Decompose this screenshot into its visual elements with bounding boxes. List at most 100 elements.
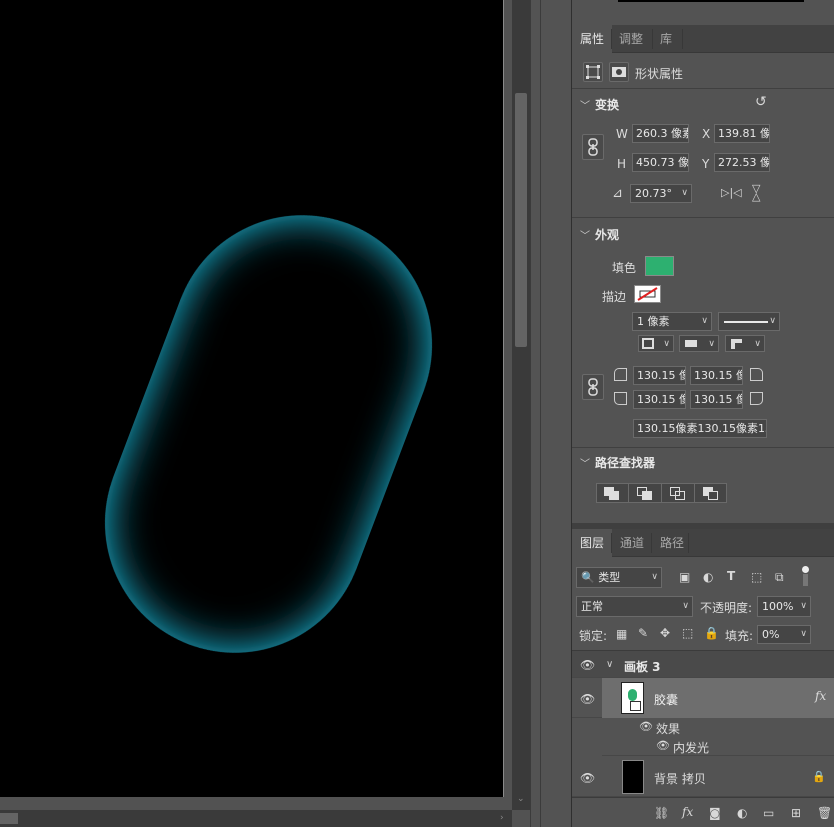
scroll-right-icon[interactable]: › (500, 813, 504, 823)
link-corners-button[interactable] (582, 374, 604, 400)
tab-channels[interactable]: 通道 (612, 529, 652, 557)
height-field[interactable]: 450.73 像 (632, 153, 689, 172)
inner-glow-eye-icon[interactable]: 👁 (656, 739, 670, 752)
layer-row-background-copy[interactable]: 👁 背景 拷贝 🔒 (572, 757, 834, 797)
visibility-eye-icon[interactable]: 👁 (580, 771, 595, 785)
scroll-down-icon[interactable]: ⌄ (517, 794, 525, 804)
filter-shape-icon[interactable]: ⬚ (751, 571, 762, 583)
y-field[interactable]: 272.53 像 (714, 153, 770, 172)
filter-toggle[interactable] (801, 566, 810, 586)
layer-name: 背景 拷贝 (654, 772, 706, 786)
artboard-canvas[interactable] (0, 0, 503, 797)
chevron-down-icon[interactable]: ﹀ (580, 97, 590, 112)
new-group-icon[interactable]: ▭ (763, 807, 774, 819)
corner-br-icon (750, 392, 763, 405)
stroke-corner-dropdown[interactable]: ∨ (725, 335, 765, 352)
blend-mode-dropdown[interactable]: 正常 ∨ (576, 596, 693, 617)
chevron-down-icon[interactable]: ∨ (606, 659, 613, 670)
width-field[interactable]: 260.3 像素 (632, 124, 689, 143)
layer-filter-dropdown[interactable]: 🔍 类型 ∨ (576, 567, 662, 588)
corner-bottom-right-field[interactable]: 130.15 像 (690, 390, 743, 409)
stroke-color-swatch[interactable] (634, 285, 661, 303)
reset-transform-icon[interactable]: ↺ (755, 95, 767, 109)
effects-eye-icon[interactable]: 👁 (639, 720, 653, 733)
filter-type-icon[interactable]: T (727, 570, 735, 582)
angle-icon: ⊿ (612, 186, 623, 201)
search-icon: 🔍 (581, 571, 595, 584)
corner-bottom-left-field[interactable]: 130.15 像 (633, 390, 686, 409)
chevron-down-icon[interactable]: ﹀ (580, 227, 590, 242)
chevron-down-icon: ∨ (708, 339, 715, 349)
shape-mask-icon[interactable] (609, 62, 629, 82)
appearance-header[interactable]: 外观 (595, 226, 619, 243)
dock-divider (540, 0, 541, 827)
vertical-scroll-thumb[interactable] (515, 93, 527, 347)
fill-color-swatch[interactable] (645, 256, 674, 276)
stroke-cap-dropdown[interactable]: ∨ (679, 335, 719, 352)
stroke-align-dropdown[interactable]: ∨ (638, 335, 674, 352)
flip-horizontal-icon[interactable]: ▷|◁ (721, 187, 742, 198)
layer-row-capsule[interactable]: 胶囊 fx (602, 678, 834, 718)
pathfinder-header[interactable]: 路径查找器 (595, 454, 655, 471)
chevron-down-icon: ∨ (754, 339, 761, 349)
chevron-down-icon[interactable]: ﹀ (580, 455, 590, 470)
layer-group-row[interactable]: 👁 ∨ 画板 3 (572, 651, 834, 678)
right-panel: 属性 调整 库 形状属性 ﹀ 变换 ↺ W 260.3 像素 X 139.81 … (571, 0, 834, 827)
capsule-shape[interactable] (0, 0, 503, 797)
fill-opacity-dropdown[interactable]: 0% ∨ (757, 625, 811, 644)
new-layer-icon[interactable]: ⊞ (791, 807, 801, 819)
link-layers-icon[interactable]: ⛓ (654, 807, 669, 819)
lock-image-icon[interactable]: ✎ (638, 627, 648, 639)
width-label: W (616, 127, 628, 141)
flip-vertical-icon[interactable]: ▽ △ (752, 183, 760, 202)
subtract-shapes-button[interactable] (629, 484, 662, 502)
lock-position-icon[interactable]: ✥ (660, 627, 670, 639)
effects-row[interactable]: 👁 效果 (602, 718, 834, 737)
corner-all-field[interactable]: 130.15像素130.15像素13 (633, 419, 767, 438)
filter-pixel-icon[interactable]: ▣ (679, 571, 690, 583)
fx-badge[interactable]: fx (815, 689, 826, 703)
fill-opacity-label: 填充: (725, 629, 754, 643)
stroke-align-icon (642, 338, 654, 349)
transform-header[interactable]: 变换 (595, 96, 619, 113)
chevron-down-icon: ∨ (682, 601, 689, 611)
shape-transform-icon[interactable] (583, 62, 603, 82)
stroke-width-dropdown[interactable]: 1 像素 ∨ (632, 312, 712, 331)
intersect-shapes-button[interactable] (662, 484, 695, 502)
x-field[interactable]: 139.81 像 (714, 124, 770, 143)
corner-top-right-field[interactable]: 130.15 像 (690, 366, 743, 385)
new-adjustment-icon[interactable]: ◐ (737, 807, 747, 819)
delete-layer-icon[interactable]: 🗑 (817, 807, 832, 819)
opacity-dropdown[interactable]: 100% ∨ (757, 596, 811, 617)
stroke-line-preview (724, 321, 768, 323)
visibility-eye-icon[interactable]: 👁 (580, 658, 595, 672)
filter-smart-object-icon[interactable]: ⧉ (775, 571, 784, 583)
angle-value: 20.73° (635, 187, 672, 200)
corner-top-left-field[interactable]: 130.15 像 (633, 366, 686, 385)
canvas-area[interactable] (0, 0, 530, 827)
stroke-style-dropdown[interactable]: ∨ (718, 312, 780, 331)
horizontal-scrollbar[interactable] (0, 810, 512, 827)
exclude-shapes-button[interactable] (695, 484, 728, 502)
lock-transparent-icon[interactable]: ▦ (616, 628, 627, 640)
visibility-eye-icon[interactable]: 👁 (580, 692, 595, 706)
add-style-icon[interactable]: fx (682, 806, 693, 818)
exclude-icon-part (708, 491, 718, 500)
link-dimensions-button[interactable] (582, 134, 604, 160)
tab-libraries[interactable]: 库 (652, 25, 680, 53)
tab-properties[interactable]: 属性 (572, 25, 613, 53)
artboard-name: 画板 3 (624, 660, 661, 674)
lock-artboard-icon[interactable]: ⬚ (682, 627, 693, 639)
angle-dropdown[interactable]: 20.73° ∨ (630, 184, 692, 203)
tab-paths[interactable]: 路径 (652, 529, 692, 557)
effect-inner-glow-row[interactable]: 👁 内发光 (602, 737, 834, 756)
tab-adjustments[interactable]: 调整 (611, 25, 651, 53)
filter-adjustment-icon[interactable]: ◐ (703, 571, 713, 583)
lock-all-icon[interactable]: 🔒 (704, 627, 719, 639)
tab-layers[interactable]: 图层 (572, 529, 613, 557)
horizontal-scroll-thumb[interactable] (0, 813, 18, 824)
subtract-icon-part (642, 491, 652, 500)
layer-name: 胶囊 (654, 693, 679, 707)
add-mask-icon[interactable]: ◙ (709, 807, 721, 819)
combine-shapes-button[interactable] (597, 484, 629, 502)
